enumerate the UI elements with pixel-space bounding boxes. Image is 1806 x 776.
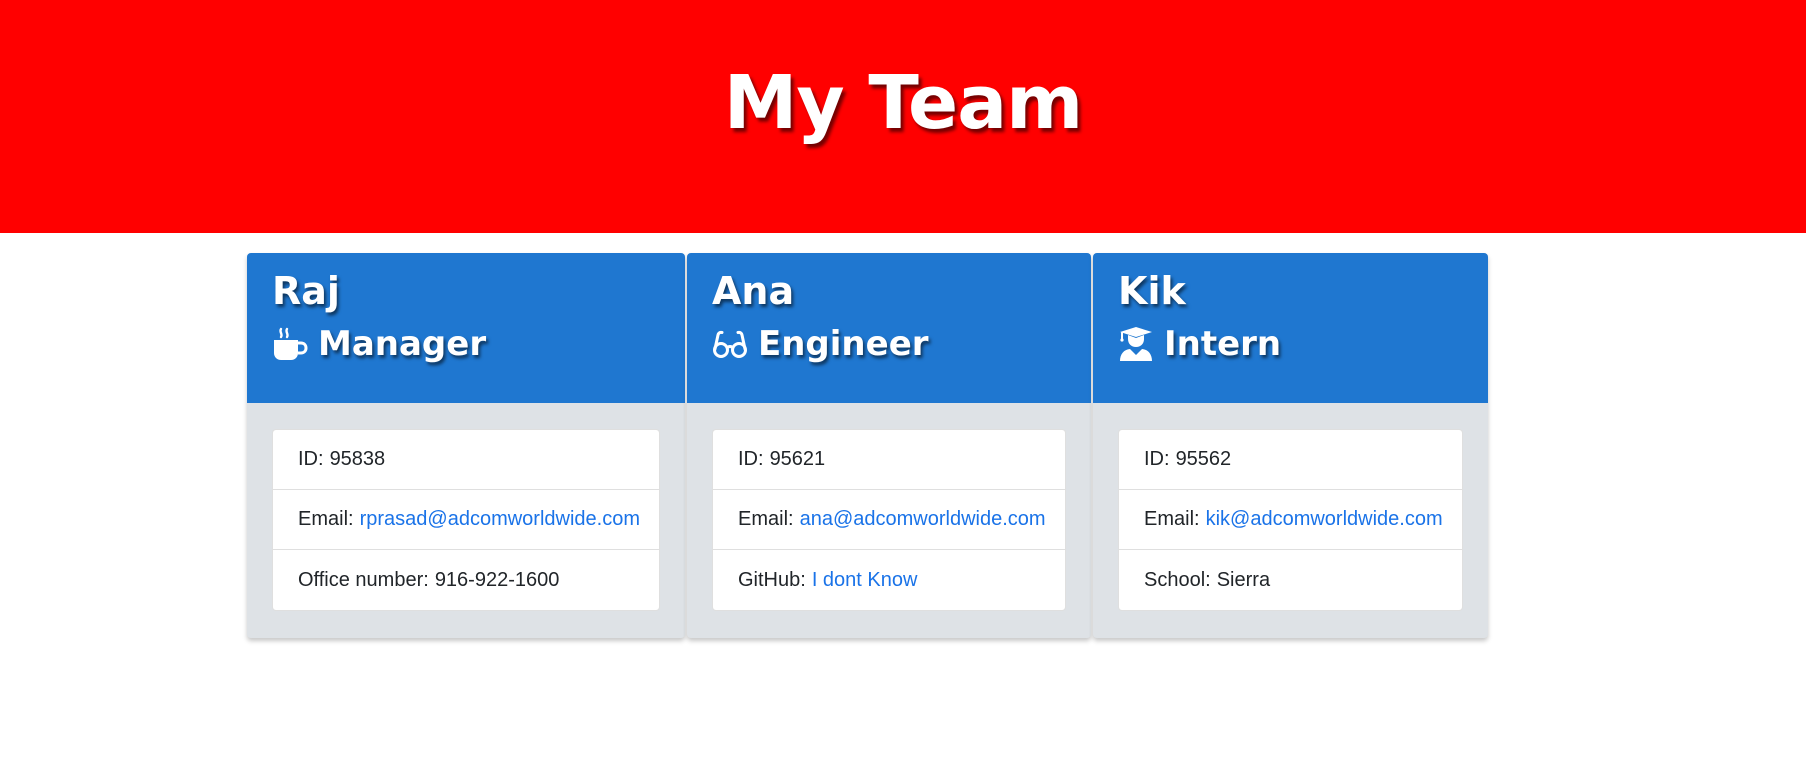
employee-card-manager: Raj Manager ID: 95838 Email: rprasad@adc… (247, 253, 685, 638)
employee-details: ID: 95621 Email: ana@adcomworldwide.com … (712, 429, 1066, 611)
card-header: Raj Manager (247, 253, 685, 403)
email-link[interactable]: kik@adcomworldwide.com (1206, 508, 1443, 531)
employee-details: ID: 95562 Email: kik@adcomworldwide.com … (1118, 429, 1463, 611)
email-link[interactable]: rprasad@adcomworldwide.com (360, 508, 640, 531)
employee-email: Email: kik@adcomworldwide.com (1119, 490, 1462, 550)
employee-role: Intern (1118, 324, 1488, 364)
team-cards: Raj Manager ID: 95838 Email: rprasad@adc… (247, 253, 1488, 638)
employee-name: Ana (712, 269, 795, 313)
employee-email: Email: ana@adcomworldwide.com (713, 490, 1065, 550)
card-body: ID: 95838 Email: rprasad@adcomworldwide.… (247, 403, 685, 636)
employee-email: Email: rprasad@adcomworldwide.com (273, 490, 659, 550)
employee-details: ID: 95838 Email: rprasad@adcomworldwide.… (272, 429, 660, 611)
github-link[interactable]: I dont Know (812, 569, 918, 592)
card-body: ID: 95562 Email: kik@adcomworldwide.com … (1093, 403, 1488, 636)
card-body: ID: 95621 Email: ana@adcomworldwide.com … (687, 403, 1091, 636)
mug-hot-icon (272, 326, 308, 362)
employee-name: Kik (1118, 269, 1186, 313)
employee-card-engineer: Ana Engineer ID: 95621 Email: ana@adcomw… (687, 253, 1091, 638)
email-link[interactable]: ana@adcomworldwide.com (800, 508, 1046, 531)
employee-card-intern: Kik Intern ID: 95562 Email: kik@adcomwor… (1093, 253, 1488, 638)
card-header: Ana Engineer (687, 253, 1091, 403)
page-header: My Team (0, 0, 1806, 233)
employee-role: Manager (272, 324, 685, 364)
employee-id: ID: 95621 (713, 430, 1065, 490)
employee-name: Raj (272, 269, 340, 313)
office-number: Office number: 916-922-1600 (298, 568, 560, 591)
card-header: Kik Intern (1093, 253, 1488, 403)
user-graduate-icon (1118, 326, 1154, 362)
github-username: GitHub: I dont Know (738, 568, 918, 592)
employee-id: ID: 95838 (273, 430, 659, 490)
page-title: My Team (723, 59, 1084, 146)
employee-role: Engineer (712, 324, 1091, 364)
glasses-icon (712, 326, 748, 362)
school-name: School: Sierra (1144, 568, 1271, 591)
employee-id: ID: 95562 (1119, 430, 1462, 490)
